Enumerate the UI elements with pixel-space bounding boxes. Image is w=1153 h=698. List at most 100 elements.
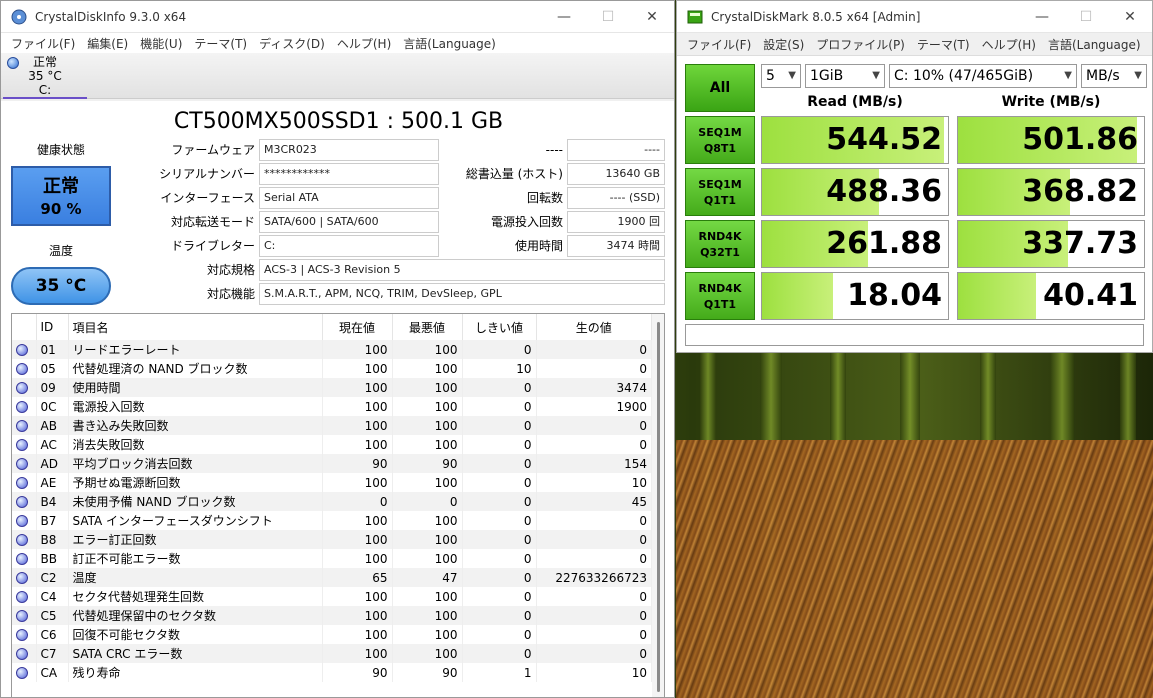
scrollbar-thumb[interactable]: [657, 322, 660, 692]
health-label: 健康状態: [36, 143, 85, 157]
menu-language[interactable]: 言語(Language): [397, 35, 502, 52]
health-column: 健康状態 正常 90 % 温度 35 °C: [9, 141, 113, 305]
status-dot-icon: [16, 591, 28, 603]
raw-column-header[interactable]: 生の値: [536, 314, 652, 340]
smart-row[interactable]: AB 書き込み失敗回数 100 100 0 0: [12, 416, 652, 435]
menu-help[interactable]: ヘルプ(H): [331, 35, 397, 52]
temperature-button[interactable]: 35 °C: [11, 267, 111, 305]
crystaldiskinfo-window: CrystalDiskInfo 9.3.0 x64 — ☐ ✕ ファイル(F) …: [0, 0, 675, 698]
unit-select[interactable]: MB/s ▼: [1081, 64, 1147, 88]
smart-row[interactable]: C6 回復不可能セクタ数 100 100 0 0: [12, 625, 652, 644]
disk-tab-c[interactable]: 正常 35 °C C:: [3, 53, 87, 99]
cdm-minimize-button[interactable]: —: [1020, 1, 1064, 33]
read-result-0: 544.52: [761, 116, 949, 164]
read-value: 18.04: [847, 278, 942, 313]
smart-row[interactable]: C7 SATA CRC エラー数 100 100 0 0: [12, 644, 652, 663]
smart-row[interactable]: B7 SATA インターフェースダウンシフト 100 100 0 0: [12, 511, 652, 530]
menu-function[interactable]: 機能(U): [134, 35, 188, 52]
test-count-select[interactable]: 5 ▼: [761, 64, 801, 88]
smart-attribute: 使用時間: [68, 378, 323, 397]
smart-current: 100: [322, 435, 393, 454]
status-dot-icon: [16, 382, 28, 394]
attribute-column-header[interactable]: 項目名: [68, 314, 323, 340]
smart-id: AC: [36, 435, 69, 454]
cdm-menu-file[interactable]: ファイル(F): [681, 36, 757, 53]
health-status-button[interactable]: 正常 90 %: [11, 166, 111, 226]
smart-row[interactable]: 0C 電源投入回数 100 100 0 1900: [12, 397, 652, 416]
smart-row[interactable]: B4 未使用予備 NAND ブロック数 0 0 0 45: [12, 492, 652, 511]
test-button-1[interactable]: SEQ1M Q1T1: [685, 168, 755, 216]
status-dot-icon: [16, 572, 28, 584]
cdm-menu-profile[interactable]: プロファイル(P): [810, 36, 911, 53]
menu-disk[interactable]: ディスク(D): [253, 35, 331, 52]
cdm-menu-language[interactable]: 言語(Language): [1042, 36, 1147, 53]
smart-row[interactable]: C2 温度 65 47 0 227633266723: [12, 568, 652, 587]
smart-worst: 100: [392, 511, 463, 530]
cdm-menu-help[interactable]: ヘルプ(H): [976, 36, 1042, 53]
read-result-2: 261.88: [761, 220, 949, 268]
cdm-close-button[interactable]: ✕: [1108, 1, 1152, 33]
test-button-2[interactable]: RND4K Q32T1: [685, 220, 755, 268]
run-all-button[interactable]: All: [685, 64, 755, 112]
test-size-select[interactable]: 1GiB ▼: [805, 64, 885, 88]
smart-attribute-table[interactable]: ID 項目名 現在値 最悪値 しきい値 生の値 01 リードエラーレート 100 10…: [11, 313, 665, 697]
interface-label: インターフェース: [160, 191, 255, 205]
smart-status-cell: [12, 568, 37, 587]
smart-current: 100: [322, 530, 393, 549]
standard-label: 対応規格: [206, 263, 255, 277]
smart-row[interactable]: 01 リードエラーレート 100 100 0 0: [12, 340, 652, 359]
drive-select[interactable]: C: 10% (47/465GiB) ▼: [889, 64, 1077, 88]
smart-row[interactable]: C4 セクタ代替処理発生回数 100 100 0 0: [12, 587, 652, 606]
smart-row[interactable]: B8 エラー訂正回数 100 100 0 0: [12, 530, 652, 549]
smart-threshold: 0: [462, 530, 537, 549]
smart-row[interactable]: C5 代替処理保留中のセクタ数 100 100 0 0: [12, 606, 652, 625]
threshold-column-header[interactable]: しきい値: [462, 314, 537, 340]
smart-table-scrollbar[interactable]: [652, 314, 664, 697]
smart-attribute: セクタ代替処理発生回数: [68, 587, 323, 606]
smart-threshold: 10: [462, 359, 537, 378]
smart-attribute: 訂正不可能エラー数: [68, 549, 323, 568]
menu-theme[interactable]: テーマ(T): [188, 35, 253, 52]
smart-worst: 100: [392, 644, 463, 663]
cdi-menubar: ファイル(F) 編集(E) 機能(U) テーマ(T) ディスク(D) ヘルプ(H…: [1, 33, 674, 53]
test-queue: Q8T1: [703, 142, 737, 155]
test-button-3[interactable]: RND4K Q1T1: [685, 272, 755, 320]
drive-letter-label: ドライブレター: [170, 239, 255, 253]
status-dot-icon: [16, 420, 28, 432]
smart-row[interactable]: AE 予期せぬ電源断回数 100 100 0 10: [12, 473, 652, 492]
smart-attribute: 消去失敗回数: [68, 435, 323, 454]
smart-row[interactable]: BB 訂正不可能エラー数 100 100 0 0: [12, 549, 652, 568]
menu-file[interactable]: ファイル(F): [5, 35, 81, 52]
cdm-menu-settings[interactable]: 設定(S): [757, 36, 810, 53]
smart-worst: 100: [392, 416, 463, 435]
current-column-header[interactable]: 現在値: [322, 314, 393, 340]
smart-row[interactable]: AC 消去失敗回数 100 100 0 0: [12, 435, 652, 454]
worst-column-header[interactable]: 最悪値: [392, 314, 463, 340]
smart-row[interactable]: 09 使用時間 100 100 0 3474: [12, 378, 652, 397]
smart-attribute: 代替処理済の NAND ブロック数: [68, 359, 323, 378]
smart-threshold: 0: [462, 416, 537, 435]
minimize-button[interactable]: —: [542, 1, 586, 33]
menu-edit[interactable]: 編集(E): [81, 35, 134, 52]
chevron-down-icon: ▼: [872, 70, 880, 81]
comment-field[interactable]: [685, 324, 1144, 346]
cdm-maximize-button[interactable]: ☐: [1064, 1, 1108, 33]
smart-row[interactable]: 05 代替処理済の NAND ブロック数 100 100 10 0: [12, 359, 652, 378]
id-column-header[interactable]: ID: [36, 314, 69, 340]
smart-row[interactable]: AD 平均ブロック消去回数 90 90 0 154: [12, 454, 652, 473]
smart-header-row: ID 項目名 現在値 最悪値 しきい値 生の値: [12, 314, 652, 340]
smart-current: 65: [322, 568, 393, 587]
status-dot-icon: [16, 629, 28, 641]
smart-status-cell: [12, 663, 37, 682]
smart-status-cell: [12, 378, 37, 397]
write-value: 368.82: [1022, 174, 1138, 209]
test-button-0[interactable]: SEQ1M Q8T1: [685, 116, 755, 164]
smart-raw: 227633266723: [536, 568, 652, 587]
close-button[interactable]: ✕: [630, 1, 674, 33]
smart-attribute: 回復不可能セクタ数: [68, 625, 323, 644]
smart-id: C2: [36, 568, 69, 587]
smart-row[interactable]: CA 残り寿命 90 90 1 10: [12, 663, 652, 682]
maximize-button[interactable]: ☐: [586, 1, 630, 33]
cdm-menu-theme[interactable]: テーマ(T): [911, 36, 976, 53]
power-on-count-value: 1900 回: [567, 211, 665, 233]
